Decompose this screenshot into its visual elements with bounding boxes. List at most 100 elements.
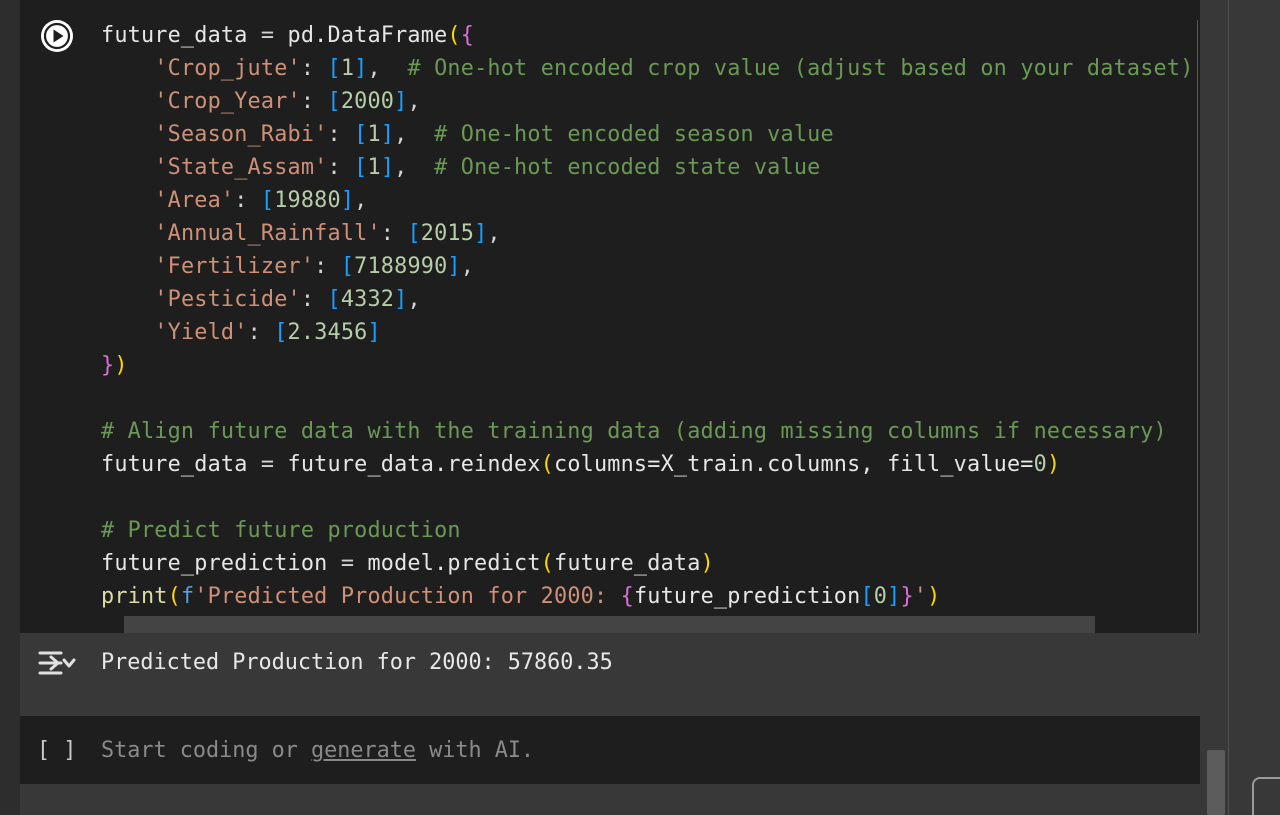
code-token: # Align future data with the training da… bbox=[101, 419, 1167, 444]
code-token: 7188990 bbox=[354, 254, 448, 279]
code-token: future_prediction bbox=[633, 584, 861, 609]
code-token: = bbox=[247, 452, 288, 477]
code-token: { bbox=[460, 23, 475, 48]
code-token: 1 bbox=[340, 56, 355, 81]
code-token: } bbox=[900, 584, 914, 609]
side-widget[interactable] bbox=[1252, 777, 1280, 815]
code-line: 'Yield': [2.3456] bbox=[101, 316, 1191, 349]
code-token: future_data bbox=[101, 452, 248, 477]
code-token: = bbox=[327, 551, 368, 576]
code-token: ] bbox=[340, 188, 355, 213]
code-token: ] bbox=[367, 320, 381, 345]
code-token: 'Annual_Rainfall' bbox=[154, 221, 381, 246]
code-token: : bbox=[327, 122, 355, 147]
code-token: 'Crop_jute' bbox=[154, 56, 301, 81]
vertical-scrollbar-track[interactable] bbox=[1200, 0, 1228, 815]
code-token: = bbox=[247, 23, 288, 48]
code-token: f bbox=[180, 584, 195, 609]
cell-placeholder[interactable]: Start coding or generate with AI. bbox=[101, 734, 534, 767]
code-token: pd.DataFrame bbox=[287, 23, 448, 48]
code-token: , bbox=[354, 188, 368, 213]
code-token: : bbox=[234, 188, 261, 213]
play-circle-icon bbox=[42, 21, 72, 51]
code-token: 'Yield' bbox=[154, 320, 248, 345]
code-token: # One-hot encoded season value bbox=[434, 122, 834, 147]
code-token: 'Fertilizer' bbox=[154, 254, 315, 279]
code-token: ] bbox=[394, 287, 408, 312]
code-token: # Predict future production bbox=[101, 518, 461, 543]
code-token: , bbox=[394, 122, 435, 147]
code-token: , bbox=[407, 287, 421, 312]
code-line: 'Crop_jute': [1], # One-hot encoded crop… bbox=[101, 52, 1191, 85]
code-token: 'Pesticide' bbox=[154, 287, 301, 312]
code-line: 'Area': [19880], bbox=[101, 184, 1191, 217]
empty-code-cell[interactable]: [ ] Start coding or generate with AI. bbox=[20, 716, 1200, 784]
code-line: future_prediction = model.predict(future… bbox=[101, 547, 1191, 580]
code-token: [ bbox=[274, 320, 288, 345]
code-token: [ bbox=[327, 287, 341, 312]
code-token: ] bbox=[887, 584, 901, 609]
code-line: 'Season_Rabi': [1], # One-hot encoded se… bbox=[101, 118, 1191, 151]
placeholder-text-start: Start coding or bbox=[101, 738, 311, 763]
code-token: 1 bbox=[367, 122, 381, 147]
code-token: 2000 bbox=[340, 89, 395, 114]
code-token: future_prediction bbox=[101, 551, 328, 576]
code-token: : bbox=[327, 155, 355, 180]
code-line: print(f'Predicted Production for 2000: {… bbox=[101, 580, 1191, 613]
horizontal-scrollbar[interactable] bbox=[124, 616, 1095, 633]
code-token: ( bbox=[447, 23, 461, 48]
code-token: [ bbox=[354, 155, 368, 180]
code-line: future_data = future_data.reindex(column… bbox=[101, 448, 1191, 481]
code-token: 0 bbox=[1033, 452, 1047, 477]
code-token: ] bbox=[354, 56, 368, 81]
code-token: columns=X_train.columns, fill_value= bbox=[554, 452, 1034, 477]
code-token: ( bbox=[167, 584, 181, 609]
placeholder-text-end: with AI. bbox=[415, 738, 535, 763]
output-toggle-button[interactable] bbox=[37, 647, 79, 681]
code-token: 0 bbox=[873, 584, 888, 609]
code-token: 2.3456 bbox=[287, 320, 368, 345]
code-token: ( bbox=[540, 452, 554, 477]
code-token: print bbox=[101, 584, 168, 609]
code-token: # One-hot encoded crop value (adjust bas… bbox=[407, 56, 1191, 81]
code-line: future_data = pd.DataFrame({ bbox=[101, 19, 1191, 52]
code-cell[interactable]: future_data = pd.DataFrame({ 'Crop_jute'… bbox=[20, 0, 1200, 633]
code-token: : bbox=[380, 221, 408, 246]
code-token: : bbox=[300, 56, 328, 81]
code-token: ) bbox=[114, 353, 128, 378]
code-token: ] bbox=[447, 254, 461, 279]
generate-link[interactable]: generate bbox=[311, 738, 416, 763]
code-token: [ bbox=[354, 122, 368, 147]
code-token: [ bbox=[260, 188, 275, 213]
code-line: 'State_Assam': [1], # One-hot encoded st… bbox=[101, 151, 1191, 184]
code-editor[interactable]: future_data = pd.DataFrame({ 'Crop_jute'… bbox=[101, 19, 1191, 613]
vertical-scrollbar-thumb[interactable] bbox=[1207, 750, 1225, 815]
output-toggle-icon bbox=[38, 651, 76, 675]
code-token: : bbox=[247, 320, 275, 345]
code-token: # One-hot encoded state value bbox=[434, 155, 821, 180]
code-token: [ bbox=[327, 89, 341, 114]
code-token: : bbox=[314, 254, 341, 279]
code-token: 'Season_Rabi' bbox=[154, 122, 328, 147]
run-cell-button[interactable] bbox=[41, 20, 73, 52]
notebook-page: future_data = pd.DataFrame({ 'Crop_jute'… bbox=[0, 0, 1280, 815]
code-token: ] bbox=[380, 122, 395, 147]
code-token: , bbox=[487, 221, 501, 246]
code-token: future_data bbox=[554, 551, 701, 576]
code-token: ( bbox=[540, 551, 554, 576]
code-line: }) bbox=[101, 349, 1191, 382]
code-token: ) bbox=[1046, 452, 1061, 477]
code-token: 1 bbox=[367, 155, 381, 180]
code-token: ) bbox=[927, 584, 941, 609]
